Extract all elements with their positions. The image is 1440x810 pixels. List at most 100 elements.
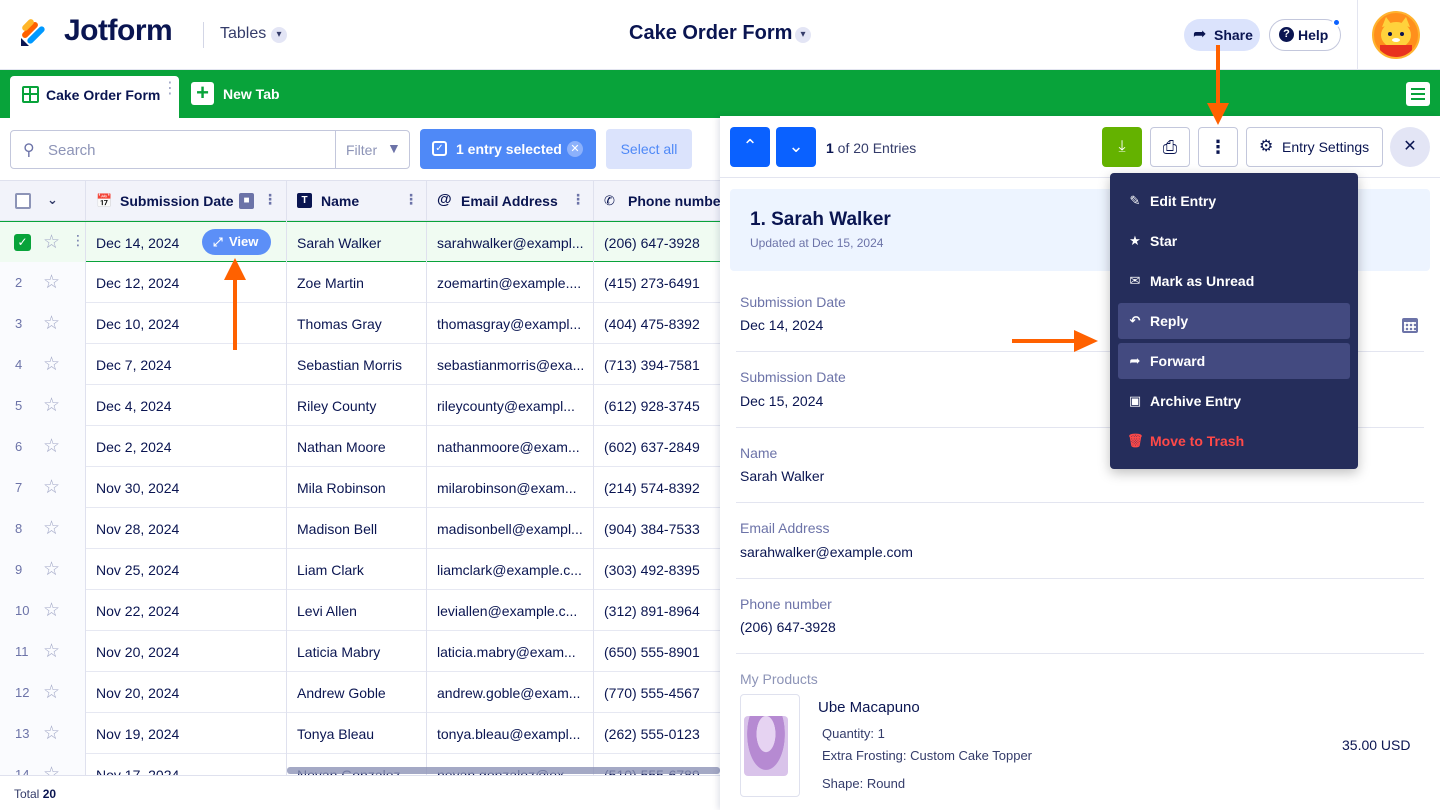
cell-email[interactable]: zoemartin@example.... xyxy=(437,275,585,291)
star-icon[interactable]: ☆ xyxy=(43,722,60,745)
cell-name[interactable]: Levi Allen xyxy=(297,603,419,619)
menu-item-forward[interactable]: ➦ Forward xyxy=(1118,343,1350,379)
table-row[interactable]: 6 ☆ Dec 2, 2024 Nathan Moore nathanmoore@exa… xyxy=(0,426,720,467)
table-row[interactable]: 4 ☆ Dec 7, 2024 Sebastian Morris sebastianmo… xyxy=(0,344,720,385)
select-all-checkbox[interactable] xyxy=(15,193,31,209)
star-icon[interactable]: ☆ xyxy=(43,271,60,294)
cell-submission-date[interactable]: Nov 17, 2024 xyxy=(96,767,276,775)
cell-submission-date[interactable]: Nov 25, 2024 xyxy=(96,562,276,578)
cell-submission-date[interactable]: Dec 7, 2024 xyxy=(96,357,276,373)
table-row[interactable]: 13 ☆ Nov 19, 2024 Tonya Bleau tonya.bleau@ex… xyxy=(0,713,720,754)
cell-submission-date[interactable]: Dec 2, 2024 xyxy=(96,439,276,455)
close-panel-button[interactable]: ✕ xyxy=(1390,127,1430,167)
selection-badge[interactable]: ✓ 1 entry selected ✕ xyxy=(420,129,596,169)
tab-cake-order-form[interactable]: Cake Order Form ⋮ xyxy=(10,76,179,118)
star-icon[interactable]: ☆ xyxy=(43,640,60,663)
star-icon[interactable]: ☆ xyxy=(43,231,60,254)
star-icon[interactable]: ☆ xyxy=(43,558,60,581)
clear-selection-icon[interactable]: ✕ xyxy=(567,141,583,157)
download-button[interactable]: ⤓ xyxy=(1102,127,1142,167)
filter-button[interactable]: Filter ▼ xyxy=(335,130,410,169)
cell-phone[interactable]: (612) 928-3745 xyxy=(604,398,720,414)
cell-email[interactable]: thomasgray@exampl... xyxy=(437,316,585,332)
star-icon[interactable]: ☆ xyxy=(43,763,60,775)
cell-email[interactable]: liamclark@example.c... xyxy=(437,562,585,578)
logo-text[interactable]: Jotform xyxy=(64,14,173,48)
hamburger-menu-icon[interactable] xyxy=(1406,82,1430,106)
cell-email[interactable]: madisonbell@exampl... xyxy=(437,521,585,537)
cell-phone[interactable]: (713) 394-7581 xyxy=(604,357,720,373)
menu-item-edit-entry[interactable]: ✎ Edit Entry xyxy=(1118,183,1350,219)
plus-icon[interactable]: + xyxy=(191,82,214,105)
column-header-name[interactable]: T Name ⋮ xyxy=(287,181,427,222)
cell-email[interactable]: laticia.mabry@exam... xyxy=(437,644,585,660)
cell-name[interactable]: Sarah Walker xyxy=(297,235,419,251)
cell-email[interactable]: leviallen@example.c... xyxy=(437,603,585,619)
cell-email[interactable]: andrew.goble@exam... xyxy=(437,685,585,701)
menu-item-archive[interactable]: ▣ Archive Entry xyxy=(1118,383,1350,419)
cell-submission-date[interactable]: Nov 20, 2024 xyxy=(96,644,276,660)
cell-email[interactable]: sebastianmorris@exa... xyxy=(437,357,585,373)
star-icon[interactable]: ☆ xyxy=(43,681,60,704)
chevron-down-icon[interactable]: ▾ xyxy=(795,27,811,43)
table-row[interactable]: ✓ ☆ ⋮ Dec 14, 2024 ⤢ View Sarah Walker sarahwal… xyxy=(0,221,720,263)
table-row[interactable]: 5 ☆ Dec 4, 2024 Riley County rileycounty@exa… xyxy=(0,385,720,426)
cell-submission-date[interactable]: Nov 19, 2024 xyxy=(96,726,276,742)
cell-phone[interactable]: (303) 492-8395 xyxy=(604,562,720,578)
help-button[interactable]: ? Help xyxy=(1269,19,1341,51)
cell-submission-date[interactable]: Nov 28, 2024 xyxy=(96,521,276,537)
field-phone[interactable]: Phone number (206) 647-3928 xyxy=(736,596,1424,654)
cell-phone[interactable]: (415) 273-6491 xyxy=(604,275,720,291)
star-icon[interactable]: ☆ xyxy=(43,517,60,540)
star-icon[interactable]: ☆ xyxy=(43,476,60,499)
cell-submission-date[interactable]: Nov 20, 2024 xyxy=(96,685,276,701)
star-icon[interactable]: ☆ xyxy=(43,435,60,458)
menu-item-move-to-trash[interactable]: 🗑 Move to Trash xyxy=(1118,423,1350,459)
table-row[interactable]: 9 ☆ Nov 25, 2024 Liam Clark liamclark@exampl… xyxy=(0,549,720,590)
cell-submission-date[interactable]: Nov 30, 2024 xyxy=(96,480,276,496)
new-tab-button[interactable]: New Tab xyxy=(223,86,280,102)
search-input[interactable]: ⚲ Search xyxy=(10,130,336,169)
table-row[interactable]: 7 ☆ Nov 30, 2024 Mila Robinson milarobinson@… xyxy=(0,467,720,508)
cell-name[interactable]: Thomas Gray xyxy=(297,316,419,332)
cell-name[interactable]: Liam Clark xyxy=(297,562,419,578)
cell-name[interactable]: Riley County xyxy=(297,398,419,414)
cell-name[interactable]: Madison Bell xyxy=(297,521,419,537)
cell-name[interactable]: Andrew Goble xyxy=(297,685,419,701)
cell-name[interactable]: Nathan Moore xyxy=(297,439,419,455)
cell-submission-date[interactable]: Dec 4, 2024 xyxy=(96,398,276,414)
cell-email[interactable]: rileycounty@exampl... xyxy=(437,398,585,414)
view-entry-button[interactable]: ⤢ View xyxy=(202,229,271,255)
cell-name[interactable]: Sebastian Morris xyxy=(297,357,419,373)
cell-phone[interactable]: (602) 637-2849 xyxy=(604,439,720,455)
column-options-icon[interactable]: ⋮ xyxy=(571,191,585,208)
page-title[interactable]: Cake Order Form xyxy=(629,22,792,45)
cell-submission-date[interactable]: Dec 10, 2024 xyxy=(96,316,276,332)
share-button[interactable]: ➦ Share xyxy=(1184,19,1260,51)
column-header-email[interactable]: @ Email Address ⋮ xyxy=(427,181,594,222)
row-checkbox-checked[interactable]: ✓ xyxy=(14,234,31,251)
table-row[interactable]: 10 ☆ Nov 22, 2024 Levi Allen leviallen@examp… xyxy=(0,590,720,631)
cell-phone[interactable]: (650) 555-8901 xyxy=(604,644,720,660)
cell-email[interactable]: tonya.bleau@exampl... xyxy=(437,726,585,742)
cell-name[interactable]: Tonya Bleau xyxy=(297,726,419,742)
column-options-icon[interactable]: ⋮ xyxy=(263,191,277,208)
menu-item-star[interactable]: ★ Star xyxy=(1118,223,1350,259)
calendar-icon[interactable] xyxy=(1402,318,1418,333)
print-button[interactable]: ⎙ xyxy=(1150,127,1190,167)
cell-phone[interactable]: (312) 891-8964 xyxy=(604,603,720,619)
cell-email[interactable]: milarobinson@exam... xyxy=(437,480,585,496)
cell-phone[interactable]: (904) 384-7533 xyxy=(604,521,720,537)
table-row[interactable]: 8 ☆ Nov 28, 2024 Madison Bell madisonbell@ex… xyxy=(0,508,720,549)
cell-submission-date[interactable]: Dec 12, 2024 xyxy=(96,275,276,291)
more-options-button[interactable]: ⋮ xyxy=(1198,127,1238,167)
menu-item-mark-unread[interactable]: ✉ Mark as Unread xyxy=(1118,263,1350,299)
tab-options-icon[interactable]: ⋮ xyxy=(162,81,178,97)
table-row[interactable]: 12 ☆ Nov 20, 2024 Andrew Goble andrew.goble@… xyxy=(0,672,720,713)
star-icon[interactable]: ☆ xyxy=(43,312,60,335)
tables-menu[interactable]: Tables xyxy=(220,25,266,43)
jotform-logo-icon[interactable] xyxy=(18,16,50,48)
cell-name[interactable]: Zoe Martin xyxy=(297,275,419,291)
field-email[interactable]: Email Address sarahwalker@example.com xyxy=(736,520,1424,579)
previous-entry-button[interactable]: ⌃ xyxy=(730,127,770,167)
